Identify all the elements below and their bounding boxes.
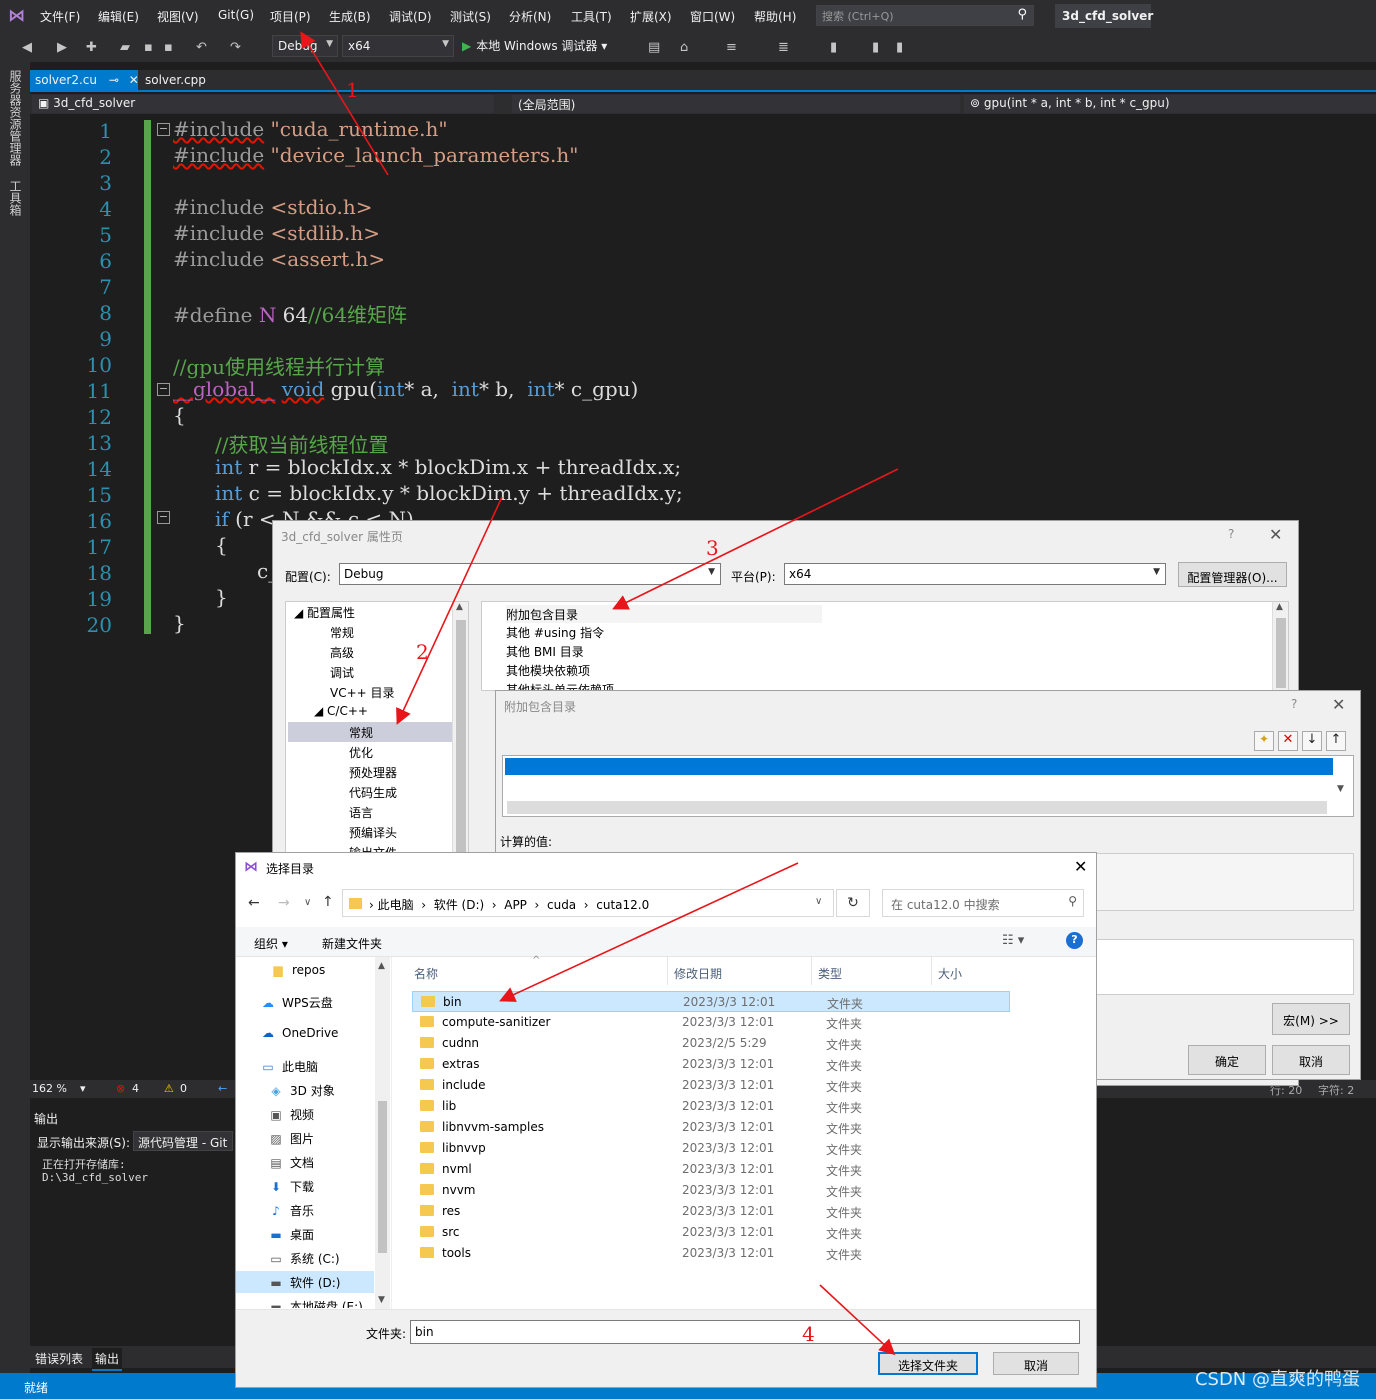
annotation-number-4: 4	[802, 1322, 815, 1346]
annotation-arrow-3	[612, 468, 899, 610]
annotation-arrow-1	[300, 31, 389, 176]
annotation-number-3: 3	[706, 536, 719, 560]
annotation-number-1: 1	[346, 78, 359, 102]
annotation-arrow-4	[819, 1284, 896, 1356]
watermark: CSDN @直爽的鸭蛋	[1194, 1369, 1360, 1390]
annotation-overlay	[300, 31, 899, 1356]
annotation-arrow-bin	[499, 862, 799, 1002]
annotation-arrow-2	[396, 496, 503, 725]
annotation-number-2: 2	[416, 640, 429, 664]
